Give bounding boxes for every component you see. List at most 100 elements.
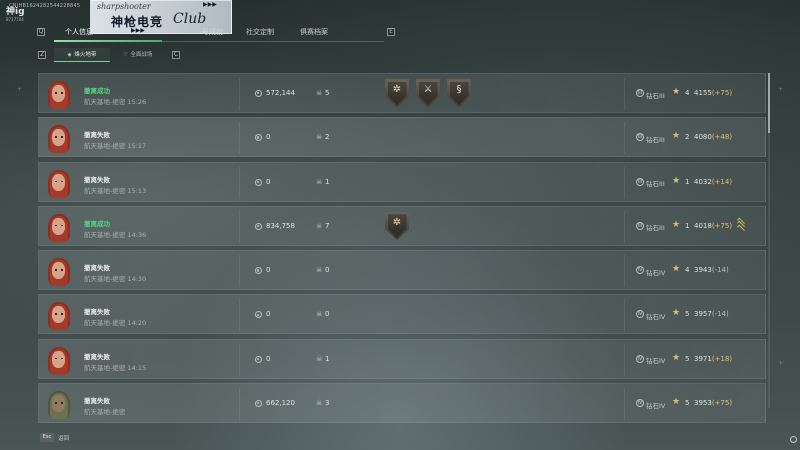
column-divider [624, 166, 625, 199]
subtab-hazard-zone[interactable]: ◆ 烽火地带 [54, 48, 110, 62]
avatar-face [52, 262, 65, 280]
star-count: 5 [685, 310, 690, 319]
rank-icon: III [636, 221, 644, 230]
badge-cross-icon: ✲ [392, 84, 402, 95]
subtab-next-key[interactable]: C [172, 51, 180, 59]
deco-plus-icon: + [778, 360, 784, 367]
logo-arrows-icon-bottom: ▶▶▶ [131, 27, 145, 34]
match-result: 撤离失败 [84, 352, 110, 361]
skull-icon: ☠ [316, 221, 323, 230]
star-icon: ★ [672, 131, 681, 142]
rank-name: 钻石IV [646, 401, 666, 410]
match-row[interactable]: 撤离成功 航天基地-绝密 15:26 572,144 ☠ 5 ✲ ⚔ § III 钻石III ★ 4 4… [38, 73, 766, 113]
flame-icon: ◆ [67, 52, 72, 58]
achievement-badge-icon[interactable]: ✲ [385, 79, 409, 107]
skull-icon: ☠ [316, 399, 323, 408]
score-delta: (+75) [711, 399, 733, 408]
score-value: 4032 [694, 177, 712, 186]
match-row[interactable]: 撤离失败 航天基地-绝密 662,120 ☠ 3 IV 钻石IV ★ 5 3953(+75) [38, 383, 766, 424]
match-map: 航天基地-绝密 [84, 142, 126, 151]
match-row[interactable]: 撤离失败 航天基地-绝密 14:15 0 ☠ 1 IV 钻石IV ★ 5 3971(+18) [38, 338, 766, 379]
badge-cross-icon: ✲ [392, 216, 402, 228]
deco-plus-icon: + [778, 86, 784, 93]
avatar-face [52, 173, 65, 191]
match-map: 航天基地-绝密 [84, 186, 126, 195]
tab-next-key[interactable]: E [387, 28, 395, 36]
rank-icon: IV [636, 399, 644, 408]
rank-score: 4032(+14) [694, 178, 732, 186]
tab-prev-key[interactable]: Q [37, 28, 45, 36]
deco-plus-icon: + [17, 86, 23, 93]
back-button[interactable]: 返回 [58, 434, 69, 442]
match-row[interactable]: 撤离失败 航天基地-绝密 15:13 0 ☠ 1 III 钻石III ★ 1 4032(+14) [38, 161, 766, 202]
match-map-time: 航天基地-绝密 14:15 [84, 362, 146, 372]
match-row[interactable]: 撤离失败 航天基地-绝密 14:30 0 ☠ 0 IV 钻石IV ★ 4 3943(-14) [38, 250, 766, 291]
score-delta: (-14) [711, 266, 729, 275]
score-delta: (+14) [711, 177, 733, 186]
match-map: 航天基地-绝密 [84, 363, 126, 372]
settings-circle-icon[interactable] [790, 436, 797, 443]
player-tag-block: 神ig 8717704 [6, 8, 36, 36]
kill-count: 0 [325, 266, 330, 275]
column-divider [624, 343, 625, 376]
skull-icon: ☠ [316, 89, 323, 97]
scrollbar-thumb[interactable] [768, 73, 770, 133]
kill-count: 2 [325, 133, 330, 142]
match-map-time: 航天基地-绝密 14:36 [84, 229, 146, 239]
match-time: 15:17 [127, 142, 147, 151]
subtab-battlefield-label: 全面战场 [130, 52, 153, 58]
column-divider [239, 299, 240, 332]
column-divider [239, 122, 240, 155]
score-delta: (-14) [711, 310, 729, 319]
match-result: 撤离失败 [84, 397, 110, 406]
star-icon: ★ [672, 264, 681, 275]
tab-league-archive[interactable]: 俱赛档案 [287, 22, 341, 42]
match-row[interactable]: 撤离失败 航天基地-绝密 14:20 0 ☠ 0 IV 钻石IV ★ 5 3957(-14) [38, 294, 766, 335]
score-delta: (+18) [711, 354, 733, 363]
star-icon: ★ [672, 308, 681, 319]
subtab-prev-key[interactable]: Z [38, 51, 46, 59]
operator-avatar [45, 345, 73, 375]
avatar-face [52, 350, 65, 368]
avatar-eyes [55, 136, 63, 138]
match-map: 航天基地-绝密 [84, 275, 126, 284]
score-value: 3957 [694, 310, 712, 319]
coin-icon [255, 134, 262, 142]
avatar-eyes [55, 180, 63, 183]
esc-key[interactable]: Esc [40, 433, 54, 442]
operator-avatar [45, 256, 73, 287]
match-map-time: 航天基地-绝密 14:30 [84, 273, 146, 283]
score-value: 4080 [694, 133, 712, 142]
extracted-value: 834,758 [266, 221, 295, 230]
star-count: 1 [685, 221, 690, 230]
operator-avatar [45, 168, 73, 198]
match-time: 14:15 [127, 363, 147, 372]
match-time: 14:36 [127, 230, 147, 239]
rank-icon: III [636, 89, 644, 97]
match-result: 撤离成功 [84, 87, 110, 95]
tab-social[interactable]: 社交定制 [233, 22, 287, 42]
star-count: 4 [685, 266, 690, 275]
match-row[interactable]: 撤离成功 航天基地-绝密 14:36 834,758 ☠ 7 ✲ III 钻石III ★ 1 401… [38, 205, 766, 246]
top-bar: CN|HB1624282544228845 神ig 8717704 Q 个人信息… [0, 0, 800, 45]
extracted-value: 0 [266, 310, 271, 319]
score-delta: (+48) [711, 133, 733, 142]
score-value: 4155 [694, 89, 712, 97]
achievement-badge-icon[interactable]: ✲ [385, 211, 409, 240]
extracted-value: 572,144 [266, 89, 295, 97]
subtab-battlefield[interactable]: ▽ 全面战场 [110, 48, 166, 62]
rank-name: 钻石III [646, 180, 665, 189]
coin-icon [255, 355, 262, 363]
achievement-badge-icon[interactable]: § [447, 79, 471, 107]
operator-avatar [45, 212, 73, 242]
rank-icon: III [636, 177, 644, 186]
column-divider [624, 210, 625, 243]
match-row[interactable]: 撤离失败 航天基地-绝密 15:17 0 ☠ 2 III 钻石III ★ 2 4080(+48) [38, 117, 766, 158]
star-icon: ★ [672, 219, 681, 230]
rank-name: 钻石III [646, 91, 665, 100]
extracted-value: 0 [266, 133, 271, 142]
achievement-badge-icon[interactable]: ⚔ [416, 79, 440, 107]
score-value: 3943 [694, 266, 712, 275]
star-count: 5 [685, 399, 690, 408]
club-logo: sharpshooter ▶▶▶ 神枪电竞 Club ▶▶▶ [90, 0, 232, 34]
